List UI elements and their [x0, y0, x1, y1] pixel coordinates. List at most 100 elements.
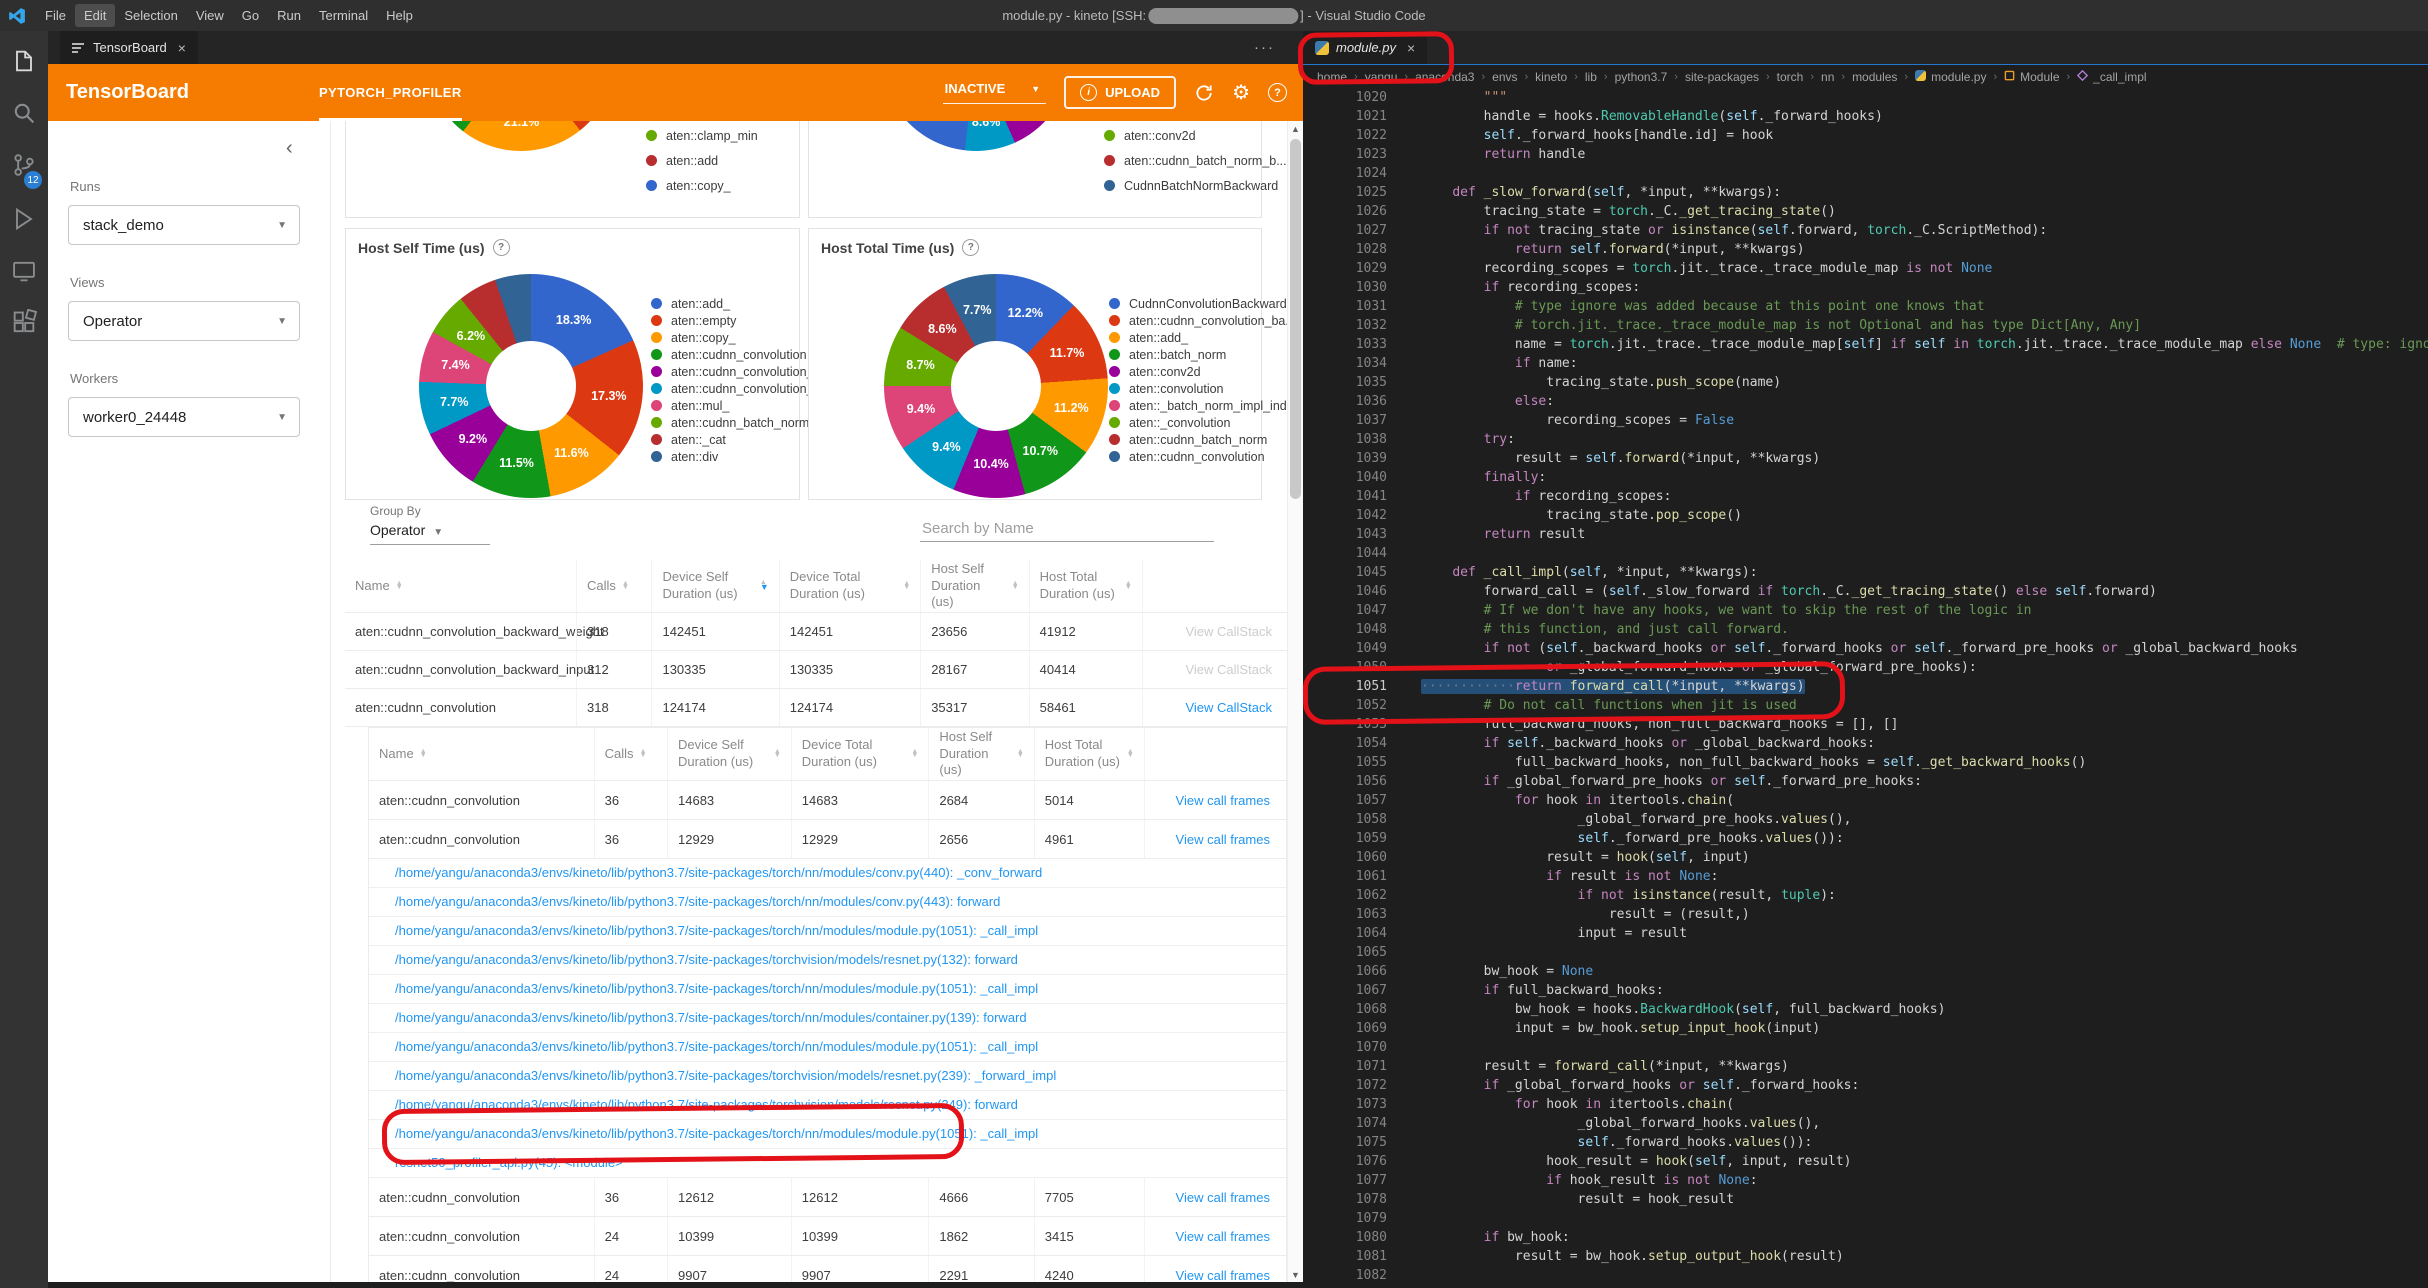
call-stack-link[interactable]: /home/yangu/anaconda3/envs/kineto/lib/py…	[369, 1033, 1286, 1062]
tensorboard-sidebar: ‹ Runs stack_demo ▼ Views Operator ▼ Worke…	[48, 121, 331, 1282]
collapse-sidebar-icon[interactable]: ‹	[286, 137, 293, 160]
breadcrumb-item[interactable]: lib	[1585, 70, 1597, 84]
code-line-1074: 1074 _global_forward_hooks.values(),	[1355, 1116, 1821, 1131]
breadcrumb-item[interactable]: kineto	[1535, 70, 1567, 84]
tensorboard-brand: TensorBoard	[66, 81, 189, 103]
settings-gear-icon[interactable]: ⚙	[1232, 83, 1250, 103]
view-call-frames-link[interactable]: View call frames	[1176, 832, 1270, 847]
view-call-frames-link[interactable]: View call frames	[1176, 1268, 1270, 1283]
column-header[interactable]: Host Self Duration (us) ▲ ▼	[928, 728, 1033, 780]
runs-select[interactable]: stack_demo ▼	[68, 205, 300, 245]
menu-view[interactable]: View	[187, 4, 233, 27]
run-debug-icon[interactable]	[10, 205, 38, 233]
legend-item: CudnnConvolutionBackward	[1109, 295, 1300, 312]
scroll-down-icon[interactable]: ▼	[1288, 1267, 1303, 1282]
menu-help[interactable]: Help	[377, 4, 422, 27]
column-header[interactable]: Host Total Duration (us) ▲ ▼	[1033, 728, 1144, 780]
code-line-1037: 1037 recording_scopes = False	[1355, 413, 1735, 428]
call-stack-link[interactable]: /home/yangu/anaconda3/envs/kineto/lib/py…	[369, 946, 1286, 975]
close-icon[interactable]: ×	[178, 40, 186, 56]
breadcrumb-item[interactable]: nn	[1821, 70, 1834, 84]
view-callstack-link[interactable]: View CallStack	[1185, 700, 1271, 715]
code-line-1038: 1038 try:	[1355, 432, 1515, 447]
call-stack-link[interactable]: /home/yangu/anaconda3/envs/kineto/lib/py…	[369, 1004, 1286, 1033]
help-icon[interactable]: ?	[962, 239, 980, 256]
code-line-1049: 1049 if not (self._backward_hooks or sel…	[1355, 641, 2298, 656]
column-header[interactable]: Device Total Duration (us) ▲ ▼	[790, 728, 929, 780]
view-call-frames-link[interactable]: View call frames	[1176, 1229, 1270, 1244]
code-line-1041: 1041 if recording_scopes:	[1355, 489, 1672, 504]
code-line-1025: 1025 def _slow_forward(self, *input, **k…	[1355, 185, 1782, 200]
breadcrumb-item[interactable]: site-packages	[1685, 70, 1759, 84]
view-call-frames-link[interactable]: View call frames	[1176, 793, 1270, 808]
column-header[interactable]: Device Total Duration (us) ▲ ▼	[778, 560, 920, 612]
call-stack-link[interactable]: /home/yangu/anaconda3/envs/kineto/lib/py…	[369, 888, 1286, 917]
menu-file[interactable]: File	[36, 4, 75, 27]
breadcrumb-item[interactable]: _call_impl	[2077, 69, 2147, 84]
menu-terminal[interactable]: Terminal	[310, 4, 377, 27]
scroll-up-icon[interactable]: ▲	[1288, 121, 1303, 136]
column-header[interactable]: Calls ▲ ▼	[593, 728, 667, 780]
table-row: aten::cudnn_convolution 36 12929 12929 2656 4…	[369, 820, 1286, 859]
editor-actions-icon[interactable]: ···	[1254, 39, 1275, 56]
tab-pytorch-profiler[interactable]: PYTORCH_PROFILER	[318, 64, 462, 121]
upload-button[interactable]: i UPLOAD	[1064, 76, 1177, 109]
status-dropdown[interactable]: INACTIVE ▼	[942, 81, 1047, 104]
breadcrumb-item[interactable]: python3.7	[1615, 70, 1668, 84]
remote-explorer-icon[interactable]	[10, 257, 38, 285]
code-line-1061: 1061 if result is not None:	[1355, 869, 1719, 884]
code-line-1029: 1029 recording_scopes = torch.jit._trace…	[1355, 261, 1993, 276]
code-line-1033: 1033 name = torch.jit._trace._trace_modu…	[1355, 337, 2428, 352]
tensorboard-tab-bar: TensorBoard × ···	[48, 31, 1303, 64]
column-header[interactable]: Name ▲ ▼	[369, 728, 594, 780]
call-stack-link[interactable]: /home/yangu/anaconda3/envs/kineto/lib/py…	[369, 859, 1286, 888]
code-line-1044: 1044	[1355, 546, 1387, 561]
call-stack-link[interactable]: /home/yangu/anaconda3/envs/kineto/lib/py…	[369, 1062, 1286, 1091]
activity-bar: 12	[0, 31, 48, 1288]
breadcrumb-item[interactable]: torch	[1777, 70, 1804, 84]
column-header[interactable]: Calls ▲ ▼	[576, 560, 651, 612]
view-callstack-link[interactable]: View CallStack	[1185, 624, 1271, 639]
code-line-1028: 1028 return self.forward(*input, **kwarg…	[1355, 242, 1805, 257]
code-line-1064: 1064 input = result	[1355, 926, 1688, 941]
callstack-sub-table: Name ▲ ▼ Calls ▲ ▼ Device Self Duration (us) ▲ ▼…	[369, 728, 1286, 859]
call-stack-link[interactable]: /home/yangu/anaconda3/envs/kineto/lib/py…	[369, 917, 1286, 946]
menu-run[interactable]: Run	[268, 4, 310, 27]
call-stack-link[interactable]: /home/yangu/anaconda3/envs/kineto/lib/py…	[369, 975, 1286, 1004]
code-line-1045: 1045 def _call_impl(self, *input, **kwar…	[1355, 565, 1758, 580]
breadcrumb-item[interactable]: Module	[2004, 70, 2060, 84]
column-header[interactable]: Device Self Duration (us) ▲ ▼	[651, 560, 778, 612]
code-line-1079: 1079	[1355, 1211, 1387, 1226]
search-icon[interactable]	[10, 99, 38, 127]
view-call-frames-link[interactable]: View call frames	[1176, 1190, 1270, 1205]
tab-tensorboard[interactable]: TensorBoard ×	[60, 31, 198, 64]
menu-go[interactable]: Go	[233, 4, 268, 27]
help-icon[interactable]: ?	[492, 239, 510, 256]
explorer-icon[interactable]	[10, 47, 38, 75]
vscode-window: File Edit Selection View Go Run Terminal Help m…	[0, 0, 2428, 1288]
menu-edit[interactable]: Edit	[74, 4, 116, 27]
views-select[interactable]: Operator ▼	[68, 301, 300, 341]
breadcrumb-item[interactable]: envs	[1492, 70, 1517, 84]
breadcrumb-item[interactable]: modules	[1852, 70, 1897, 84]
tensorboard-scrollbar[interactable]: ▲ ▼	[1287, 121, 1303, 1282]
breadcrumb-item[interactable]: module.py	[1915, 69, 1986, 84]
column-header[interactable]: Device Self Duration (us) ▲ ▼	[667, 728, 791, 780]
scrollbar-thumb[interactable]	[1290, 139, 1301, 499]
menu-selection[interactable]: Selection	[115, 4, 186, 27]
pie-legend: aten::clamp_min aten::add aten::copy_	[646, 123, 758, 198]
search-input[interactable]	[920, 516, 1214, 542]
help-icon[interactable]: ?	[1268, 83, 1287, 102]
column-header[interactable]: Host Total Duration (us) ▲ ▼	[1028, 560, 1142, 612]
refresh-icon[interactable]	[1194, 83, 1214, 103]
extensions-icon[interactable]	[10, 309, 38, 337]
column-header[interactable]: Host Self Duration (us) ▲ ▼	[920, 560, 1028, 612]
group-by-select[interactable]: Operator ▼	[370, 522, 490, 545]
view-callstack-link[interactable]: View CallStack	[1185, 662, 1271, 677]
code-line-1036: 1036 else:	[1355, 394, 1555, 409]
window-title: module.py - kineto [SSH: ] - Visual Stud…	[1002, 7, 1426, 24]
editor-tab-bar: module.py ×	[1303, 31, 2428, 64]
workers-select[interactable]: worker0_24448 ▼	[68, 397, 300, 437]
column-header[interactable]: Name ▲ ▼	[345, 560, 576, 612]
pie-chart: 12.2% 11.7% 11.2% 10.7% 10.4% 9.4% 9.4% 8.7% 8.6…	[884, 274, 1108, 498]
